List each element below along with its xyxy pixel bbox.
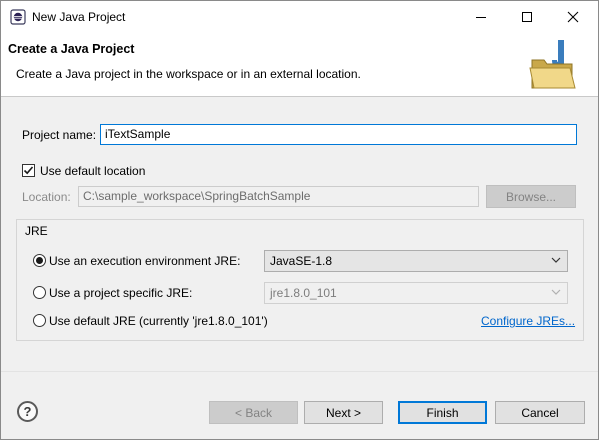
project-specific-jre-value: jre1.8.0_101 [270, 286, 337, 300]
new-java-project-dialog: New Java Project Create a Java Project C… [0, 0, 599, 440]
back-button: < Back [209, 401, 298, 424]
configure-jres-link[interactable]: Configure JREs... [481, 314, 575, 328]
maximize-button[interactable] [504, 1, 550, 32]
execution-environment-radio[interactable] [33, 254, 46, 267]
project-specific-jre-radio[interactable] [33, 286, 46, 299]
title-bar: New Java Project [1, 1, 598, 32]
finish-button[interactable]: Finish [398, 401, 487, 424]
help-icon[interactable]: ? [17, 401, 38, 422]
window-title: New Java Project [32, 10, 126, 24]
execution-environment-label: Use an execution environment JRE: [49, 254, 241, 268]
chevron-down-icon [551, 289, 561, 295]
chevron-down-icon [551, 257, 561, 263]
minimize-icon [476, 16, 486, 18]
maximize-icon [522, 11, 532, 22]
minimize-button[interactable] [458, 1, 504, 32]
radio-selected-dot [36, 257, 43, 264]
cancel-button[interactable]: Cancel [495, 401, 585, 424]
jre-group-label: JRE [25, 224, 48, 238]
next-button[interactable]: Next > [304, 401, 383, 424]
close-icon [567, 11, 579, 22]
use-default-location-checkbox[interactable] [22, 164, 35, 177]
wizard-description: Create a Java project in the workspace o… [16, 67, 361, 81]
default-jre-label: Use default JRE (currently 'jre1.8.0_101… [49, 314, 268, 328]
eclipse-icon [10, 9, 26, 25]
java-project-folder-icon [528, 38, 578, 92]
close-button[interactable] [550, 1, 596, 32]
execution-environment-select[interactable]: JavaSE-1.8 [264, 250, 568, 272]
browse-button: Browse... [486, 185, 576, 208]
wizard-header: Create a Java Project Create a Java proj… [1, 32, 598, 97]
location-input: C:\sample_workspace\SpringBatchSample [78, 186, 479, 207]
use-default-location-label: Use default location [40, 164, 146, 178]
project-specific-jre-select: jre1.8.0_101 [264, 282, 568, 304]
default-jre-radio[interactable] [33, 314, 46, 327]
checkmark-icon [23, 166, 34, 175]
execution-environment-value: JavaSE-1.8 [270, 254, 333, 268]
location-label: Location: [22, 190, 71, 204]
project-name-label: Project name: [22, 128, 97, 142]
wizard-title: Create a Java Project [8, 42, 135, 56]
project-specific-jre-label: Use a project specific JRE: [49, 286, 193, 300]
footer-separator [1, 371, 598, 372]
project-name-input[interactable]: iTextSample [100, 124, 577, 145]
